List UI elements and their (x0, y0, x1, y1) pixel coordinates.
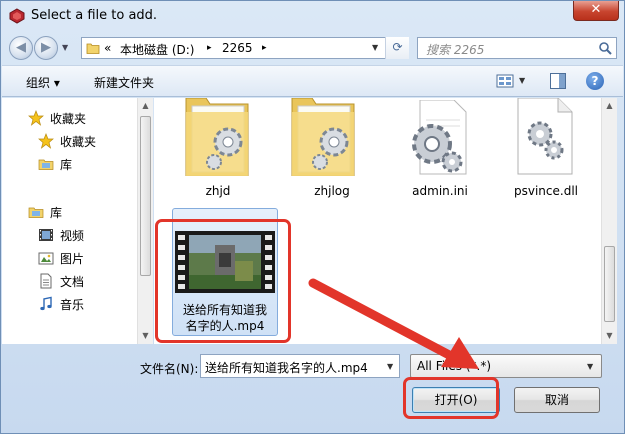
breadcrumb-separator[interactable]: ▸ (207, 43, 212, 53)
arrow-right-icon: ▶ (41, 40, 51, 55)
nav-item-label: 库 (60, 158, 73, 172)
app-icon (9, 8, 25, 24)
file-list-scroll-thumb[interactable] (604, 246, 615, 322)
library-icon (38, 159, 54, 170)
nav-scrollbar[interactable]: ▲ ▼ (137, 98, 153, 344)
file-dialog-window: Select a file to add. ✕ ◀ ▶ ▼ « 本地磁盘 (D:… (0, 0, 625, 434)
nav-item-label: 文档 (60, 275, 85, 289)
nav-item-label: 收藏夹 (50, 112, 87, 126)
folder-icon (291, 98, 355, 176)
star-icon (38, 133, 54, 149)
picture-icon (38, 252, 54, 265)
file-item-folder[interactable]: zhjlog (284, 98, 380, 210)
chevron-down-icon[interactable]: ▼ (387, 362, 393, 371)
file-name: admin.ini (412, 184, 468, 198)
nav-scroll-thumb[interactable] (140, 116, 151, 276)
highlight-box-video (155, 219, 291, 343)
chevron-down-icon[interactable]: ▼ (587, 362, 593, 371)
search-placeholder: 搜索 2265 (426, 43, 485, 57)
file-list-scrollbar[interactable]: ▲ ▼ (601, 98, 617, 344)
highlight-box-open (403, 377, 499, 419)
music-icon (40, 296, 52, 311)
breadcrumb-separator[interactable]: ▸ (262, 43, 267, 53)
help-icon[interactable]: ? (586, 72, 604, 90)
scroll-down-icon[interactable]: ▼ (138, 328, 153, 344)
nav-item-label: 音乐 (60, 298, 85, 312)
library-icon (28, 207, 44, 218)
scroll-up-icon[interactable]: ▲ (602, 98, 617, 114)
file-item-dll[interactable]: psvince.dll (498, 98, 594, 210)
preview-pane-icon[interactable] (550, 73, 566, 89)
back-button[interactable]: ◀ (9, 36, 33, 60)
recent-locations-dropdown[interactable]: ▼ (62, 43, 68, 52)
search-icon[interactable] (598, 41, 612, 55)
file-name: psvince.dll (514, 184, 578, 198)
refresh-icon: ⟳ (392, 40, 403, 54)
scroll-down-icon[interactable]: ▼ (602, 328, 617, 344)
forward-button[interactable]: ▶ (34, 36, 58, 60)
window-title: Select a file to add. (31, 8, 158, 23)
file-item-folder[interactable]: zhjd (170, 98, 266, 210)
filename-value: 送给所有知道我名字的人.mp4 (205, 361, 368, 375)
arrow-left-icon: ◀ (16, 40, 26, 55)
breadcrumb-overflow[interactable]: « (104, 41, 111, 55)
filename-label: 文件名(N): (140, 362, 199, 376)
new-folder-button[interactable]: 新建文件夹 (94, 74, 154, 91)
dll-file-icon (517, 98, 573, 175)
view-dropdown-icon[interactable]: ▼ (519, 76, 525, 85)
file-type-select[interactable]: All Files (*.*) ▼ (410, 354, 602, 378)
breadcrumb-drive[interactable]: 本地磁盘 (D:) (120, 41, 194, 58)
file-name: zhjd (205, 184, 231, 198)
chevron-down-icon[interactable]: ▼ (372, 43, 378, 52)
view-options-icon[interactable] (496, 73, 514, 89)
navigation-pane: 收藏夹 收藏夹 库 库 视频 图片 文档 音乐 (2, 98, 153, 344)
config-file-icon (412, 100, 467, 175)
breadcrumb-folder[interactable]: 2265 (222, 41, 253, 55)
file-name: zhjlog (314, 184, 350, 198)
command-toolbar: 组织 ▾ 新建文件夹 ▼ ? (2, 65, 623, 97)
document-icon (40, 273, 52, 289)
folder-icon (86, 43, 100, 54)
nav-item-label: 图片 (60, 252, 85, 266)
cancel-button[interactable]: 取消 (514, 387, 600, 413)
organize-menu[interactable]: 组织 ▾ (26, 74, 60, 91)
nav-item-label: 收藏夹 (60, 135, 97, 149)
nav-item-label: 库 (50, 206, 63, 220)
close-icon: ✕ (590, 2, 602, 17)
folder-icon (185, 98, 249, 176)
filename-input[interactable]: 送给所有知道我名字的人.mp4 ▼ (200, 354, 400, 378)
close-button[interactable]: ✕ (573, 1, 619, 21)
star-icon (28, 110, 44, 126)
file-type-value: All Files (*.*) (417, 359, 492, 373)
refresh-button[interactable]: ⟳ (385, 37, 409, 59)
video-icon (39, 229, 53, 241)
title-bar: Select a file to add. ✕ (1, 1, 624, 31)
nav-item-label: 视频 (60, 229, 85, 243)
address-bar[interactable]: « 本地磁盘 (D:) ▸ 2265 ▸ ▼ (81, 37, 409, 59)
search-input[interactable]: 搜索 2265 (417, 37, 617, 59)
file-item-ini[interactable]: admin.ini (392, 98, 488, 210)
scroll-up-icon[interactable]: ▲ (138, 98, 153, 114)
